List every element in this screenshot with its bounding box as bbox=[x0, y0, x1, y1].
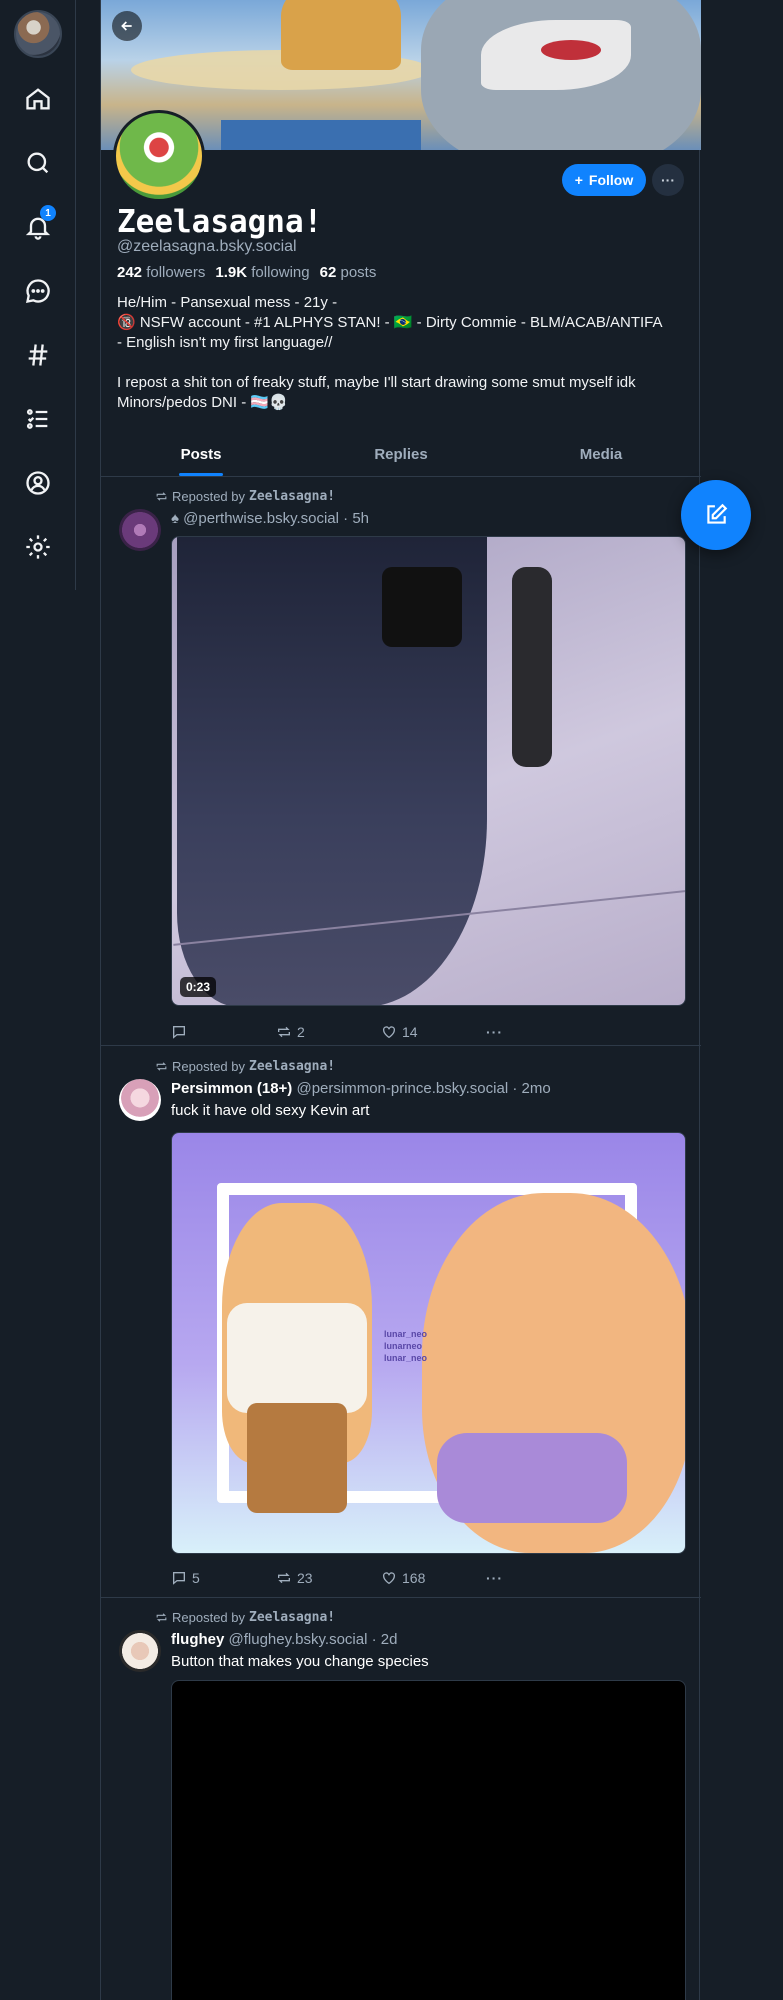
bio-line: I repost a shit ton of freaky stuff, may… bbox=[117, 374, 636, 391]
post-header: flughey @flughey.bsky.social · 2d bbox=[171, 1631, 397, 1648]
post-video[interactable] bbox=[171, 1680, 686, 2000]
repost-indicator: Reposted by Zeelasagna! bbox=[155, 1059, 335, 1074]
post-actions: 5 23 168 ··· bbox=[171, 1568, 591, 1588]
posts-stat: 62 posts bbox=[319, 264, 377, 281]
lists-icon[interactable] bbox=[18, 399, 58, 439]
compose-post-button[interactable] bbox=[681, 480, 751, 550]
post-author-avatar[interactable] bbox=[119, 1630, 161, 1672]
following-stat[interactable]: 1.9K following bbox=[215, 264, 309, 281]
chat-icon[interactable] bbox=[18, 271, 58, 311]
my-avatar[interactable] bbox=[14, 10, 62, 58]
search-icon[interactable] bbox=[18, 143, 58, 183]
settings-gear-icon[interactable] bbox=[18, 527, 58, 567]
post-more-button[interactable]: ··· bbox=[486, 1022, 591, 1042]
repost-button[interactable]: 23 bbox=[276, 1568, 381, 1588]
profile-handle: @zeelasagna.bsky.social bbox=[117, 238, 297, 255]
feeds-hash-icon[interactable] bbox=[18, 335, 58, 375]
post-header: Persimmon (18+) @persimmon-prince.bsky.s… bbox=[171, 1080, 551, 1097]
repost-icon bbox=[278, 1026, 290, 1038]
feed-post[interactable]: Reposted by Zeelasagna! ♠ @perthwise.bsk… bbox=[101, 477, 701, 1046]
repost-indicator: Reposted by Zeelasagna! bbox=[155, 1610, 335, 1625]
repost-icon bbox=[156, 1613, 167, 1622]
more-dots-icon: ··· bbox=[486, 1024, 503, 1040]
post-video[interactable]: 0:23 bbox=[171, 536, 686, 1006]
reply-button[interactable]: 5 bbox=[171, 1568, 276, 1588]
repost-icon bbox=[278, 1572, 290, 1584]
post-header: ♠ @perthwise.bsky.social · 5h bbox=[171, 510, 369, 527]
post-handle[interactable]: @flughey.bsky.social bbox=[229, 1631, 368, 1648]
main-column: + Follow ··· Zeelasagna! @zeelasagna.bsk… bbox=[100, 0, 701, 2000]
bio-line bbox=[117, 353, 687, 373]
back-button[interactable] bbox=[112, 11, 142, 41]
post-time: · 2mo bbox=[512, 1080, 551, 1097]
repost-button[interactable]: 2 bbox=[276, 1022, 381, 1042]
profile-bio: He/Him - Pansexual mess - 21y - 🔞 NSFW a… bbox=[117, 293, 687, 413]
heart-icon bbox=[383, 1572, 395, 1585]
arrow-left-icon bbox=[121, 21, 132, 31]
tab-posts[interactable]: Posts bbox=[101, 432, 301, 476]
profile-more-button[interactable]: ··· bbox=[652, 164, 684, 196]
tab-media[interactable]: Media bbox=[501, 432, 701, 476]
profile-icon[interactable] bbox=[18, 463, 58, 503]
post-time: · 2d bbox=[371, 1631, 398, 1648]
notifications-icon[interactable]: 1 bbox=[18, 205, 58, 247]
bio-line: - English isn't my first language// bbox=[117, 334, 333, 351]
post-handle[interactable]: ♠ @perthwise.bsky.social bbox=[171, 510, 339, 527]
left-nav-rail: 1 bbox=[0, 0, 76, 590]
heart-icon bbox=[383, 1026, 395, 1039]
post-time: · 5h bbox=[343, 510, 370, 527]
bio-line: Minors/pedos DNI - 🏳️‍⚧️💀 bbox=[117, 394, 288, 411]
followers-stat[interactable]: 242 followers bbox=[117, 264, 205, 281]
follow-button[interactable]: + Follow bbox=[562, 164, 646, 196]
post-handle[interactable]: @persimmon-prince.bsky.social bbox=[296, 1080, 508, 1097]
post-text: Button that makes you change species bbox=[171, 1653, 429, 1670]
post-more-button[interactable]: ··· bbox=[486, 1568, 591, 1588]
like-button[interactable]: 168 bbox=[381, 1568, 486, 1588]
more-dots-icon: ··· bbox=[486, 1570, 503, 1586]
bio-line: He/Him - Pansexual mess - 21y - bbox=[117, 294, 338, 311]
compose-pencil-icon bbox=[707, 503, 728, 524]
post-text: fuck it have old sexy Kevin art bbox=[171, 1102, 370, 1119]
feed-post[interactable]: Reposted by Zeelasagna! flughey @flughey… bbox=[101, 1598, 701, 2000]
profile-stats: 242 followers 1.9K following 62 posts bbox=[117, 264, 376, 281]
artist-watermark: lunar_neo lunarneo lunar_neo bbox=[384, 1329, 428, 1363]
feed-post[interactable]: Reposted by Zeelasagna! Persimmon (18+) … bbox=[101, 1047, 701, 1598]
repost-icon bbox=[156, 492, 167, 501]
post-author-avatar[interactable] bbox=[119, 1079, 161, 1121]
profile-avatar[interactable] bbox=[113, 110, 205, 202]
profile-display-name: Zeelasagna! bbox=[117, 204, 323, 240]
follow-label: Follow bbox=[588, 172, 634, 188]
post-author-name[interactable]: flughey bbox=[171, 1631, 224, 1648]
home-icon[interactable] bbox=[18, 79, 58, 119]
post-author-name[interactable]: Persimmon (18+) bbox=[171, 1080, 292, 1097]
repost-icon bbox=[156, 1062, 167, 1071]
like-button[interactable]: 14 bbox=[381, 1022, 486, 1042]
post-image[interactable]: lunar_neo lunarneo lunar_neo bbox=[171, 1132, 686, 1554]
video-duration: 0:23 bbox=[180, 977, 217, 997]
repost-indicator: Reposted by Zeelasagna! bbox=[155, 489, 335, 504]
profile-tabs: Posts Replies Media bbox=[101, 432, 701, 477]
reply-button[interactable] bbox=[171, 1022, 276, 1042]
tab-replies[interactable]: Replies bbox=[301, 432, 501, 476]
post-author-avatar[interactable] bbox=[119, 509, 161, 551]
notification-badge: 1 bbox=[40, 205, 56, 221]
plus-icon: + bbox=[574, 172, 583, 188]
more-dots-icon: ··· bbox=[661, 172, 675, 188]
reply-icon bbox=[173, 1572, 185, 1585]
reply-icon bbox=[173, 1026, 185, 1039]
post-actions: 2 14 ··· bbox=[171, 1022, 591, 1042]
bio-line: 🔞 NSFW account - #1 ALPHYS STAN! - 🇧🇷 - … bbox=[117, 314, 663, 331]
